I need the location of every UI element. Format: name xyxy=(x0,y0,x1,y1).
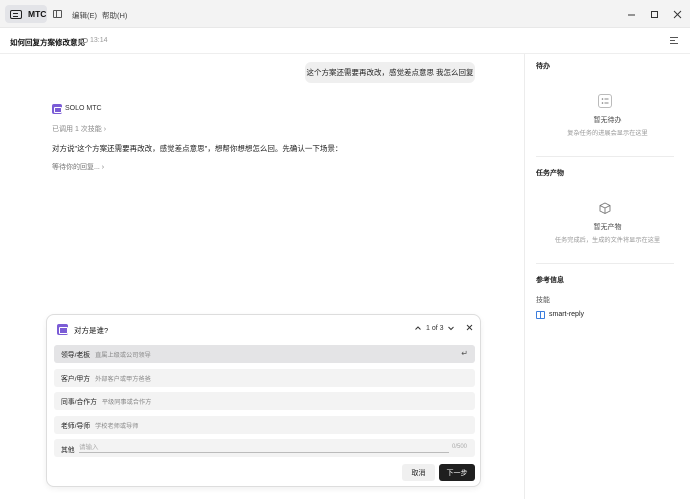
other-label: 其他 xyxy=(61,447,75,454)
todo-empty-title: 暂无待办 xyxy=(593,117,622,124)
bot-avatar-icon xyxy=(52,104,62,114)
next-button[interactable]: 下一步 xyxy=(439,464,475,481)
option-description: 平级同事或合作方 xyxy=(101,398,152,406)
todo-empty-subtitle: 复杂任务的进展会显示在这里 xyxy=(567,130,648,137)
option-label: 领导/老板 xyxy=(61,352,91,359)
chevron-down-icon[interactable] xyxy=(447,324,455,334)
enter-icon: ↵ xyxy=(461,349,468,358)
skills-label: 技能 xyxy=(536,297,550,304)
app-logo-icon xyxy=(10,9,22,19)
section-divider xyxy=(536,156,674,157)
waiting-label: 等待你的回复... xyxy=(52,164,100,171)
menu-edit[interactable]: 编辑(E) xyxy=(72,10,97,21)
chevron-up-icon[interactable] xyxy=(414,324,422,334)
cloud-icon xyxy=(80,38,88,43)
app-name: MTC xyxy=(28,9,47,19)
option-label: 客户/甲方 xyxy=(61,376,91,383)
bot-name: SOLO MTC xyxy=(65,105,102,112)
char-count: 0/500 xyxy=(451,444,467,450)
waiting-status[interactable]: 等待你的回复... › xyxy=(52,162,104,172)
option-description: 直属上级或公司领导 xyxy=(95,351,151,359)
question-dialog: 对方是谁? 1 of 3 领导/老板 直属上级或公司领导 ↵ 客户/甲方 外部客… xyxy=(46,314,481,487)
pager-indicator: 1 of 3 xyxy=(426,325,444,332)
chevron-right-icon: › xyxy=(101,164,105,171)
outputs-empty-subtitle: 任务完成后，生成的文件将显示在这里 xyxy=(554,237,661,244)
skill-used-toggle[interactable]: 已调用 1 次技能 › xyxy=(52,124,106,134)
timestamp: 13:14 xyxy=(90,37,108,44)
other-option: 其他 0/500 xyxy=(54,439,475,457)
dialog-question: 对方是谁? xyxy=(74,326,109,335)
close-icon[interactable] xyxy=(670,7,684,21)
page-title: 如何回复方案修改意见 xyxy=(10,38,85,47)
option-item[interactable]: 领导/老板 直属上级或公司领导 ↵ xyxy=(54,345,475,363)
section-divider xyxy=(536,263,674,264)
box-icon xyxy=(598,201,612,215)
option-item[interactable]: 客户/甲方 外部客户或甲方爸爸 xyxy=(54,369,475,387)
close-icon[interactable] xyxy=(465,323,474,334)
skill-used-label: 已调用 1 次技能 xyxy=(52,126,102,133)
sidebar-toggle-icon[interactable] xyxy=(53,10,62,18)
option-description: 外部客户或甲方爸爸 xyxy=(95,375,151,383)
option-item[interactable]: 同事/合作方 平级同事或合作方 xyxy=(54,392,475,410)
option-label: 老师/导师 xyxy=(61,423,91,430)
app-tab[interactable]: MTC xyxy=(5,5,47,23)
skill-link[interactable]: smart-reply xyxy=(549,311,584,318)
book-icon xyxy=(536,311,545,319)
outputs-empty-title: 暂无产物 xyxy=(593,224,622,231)
reference-section-title: 参考信息 xyxy=(536,277,564,284)
option-description: 学校老师或导师 xyxy=(95,422,139,430)
minimize-icon[interactable] xyxy=(624,7,638,21)
chevron-right-icon: › xyxy=(103,126,107,133)
menu-help[interactable]: 帮助(H) xyxy=(102,10,127,21)
option-item[interactable]: 老师/导师 学校老师或导师 xyxy=(54,416,475,434)
outputs-section-title: 任务产物 xyxy=(536,170,564,177)
todo-section-title: 待办 xyxy=(536,63,550,70)
list-icon xyxy=(598,94,612,108)
conversation-header: 如何回复方案修改意见 13:14 xyxy=(0,28,690,54)
panel-menu-icon[interactable] xyxy=(670,37,678,45)
title-bar: MTC 编辑(E) 帮助(H) xyxy=(0,0,690,28)
user-message: 这个方案还需要再改改，感觉差点意思 我怎么回复 xyxy=(305,62,475,83)
bot-message: 对方说"这个方案还需要再改改，感觉差点意思"，想帮你想想怎么回。先确认一下场景： xyxy=(52,144,343,153)
cancel-button[interactable]: 取消 xyxy=(402,464,435,481)
bot-avatar-icon xyxy=(57,324,68,335)
other-input[interactable] xyxy=(79,442,449,453)
maximize-icon[interactable] xyxy=(647,7,661,21)
option-label: 同事/合作方 xyxy=(61,399,97,406)
